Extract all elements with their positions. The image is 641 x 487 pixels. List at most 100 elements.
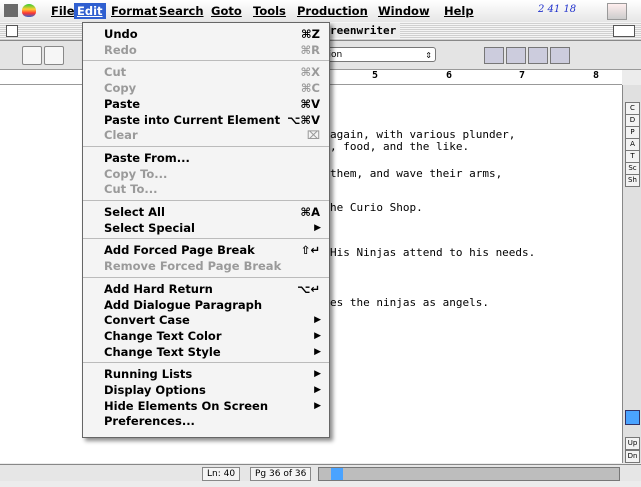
element-button-bar: C D P A T Sc Sh Up Dn — [622, 85, 641, 463]
horizontal-scroll-thumb[interactable] — [331, 468, 343, 480]
menu-item-hide-elements-on-screen[interactable]: Hide Elements On Screen ▶ — [83, 398, 329, 414]
menu-window[interactable]: Window — [375, 3, 433, 19]
script-line[interactable]: them, and wave their arms, — [330, 167, 502, 180]
print-icon[interactable] — [44, 46, 64, 65]
submenu-arrow-icon: ▶ — [314, 315, 321, 326]
menu-item-label: Preferences... — [104, 414, 195, 429]
menu-help[interactable]: Help — [441, 3, 477, 19]
menu-item-label: Clear — [104, 128, 138, 143]
status-bar: Ln: 40 Pg 36 of 36 — [0, 464, 641, 481]
menu-item-shortcut: ⌘Z — [300, 27, 320, 41]
menu-separator — [83, 362, 329, 364]
script-line[interactable]: His Ninjas attend to his needs. — [330, 246, 535, 259]
submenu-arrow-icon: ▶ — [314, 222, 321, 233]
ruler-number: 7 — [519, 70, 526, 81]
text-size-icon[interactable] — [550, 47, 570, 64]
table-icon[interactable] — [528, 47, 548, 64]
scroll-up-button[interactable]: Up — [625, 437, 640, 450]
menu-item-label: Paste From... — [104, 150, 190, 165]
menu-item-paste-into-current-element[interactable]: Paste into Current Element ⌥⌘V — [83, 112, 329, 128]
zoom-box[interactable] — [613, 25, 635, 37]
menu-item-shortcut: ⌥⌘V — [287, 112, 320, 127]
edit-menu: Undo ⌘Z Redo ⌘R Cut ⌘X Copy ⌘C Paste ⌘V Paste into… — [82, 22, 330, 438]
menu-separator — [83, 145, 329, 147]
clock: 2 41 18 — [538, 4, 577, 15]
menu-item-select-all[interactable]: Select All ⌘A — [83, 204, 329, 220]
menu-item-undo[interactable]: Undo ⌘Z — [83, 26, 329, 42]
application-switcher-icon[interactable] — [4, 4, 18, 17]
menu-item-display-options[interactable]: Display Options ▶ — [83, 382, 329, 398]
menu-item-copy-to: Copy To... — [83, 166, 329, 182]
menu-item-label: Undo — [104, 27, 138, 41]
menu-item-convert-case[interactable]: Convert Case ▶ — [83, 312, 329, 328]
submenu-arrow-icon: ▶ — [314, 369, 321, 380]
application-menu-icon[interactable] — [607, 3, 627, 20]
close-box[interactable] — [6, 25, 18, 37]
menu-item-shortcut: ⌘A — [300, 205, 320, 219]
navigator-icon[interactable] — [484, 47, 504, 64]
toolbar-icon-group — [484, 47, 572, 64]
menu-item-change-text-style[interactable]: Change Text Style ▶ — [83, 344, 329, 360]
line-number: Ln: 40 — [202, 467, 241, 481]
menu-item-label: Add Forced Page Break — [104, 243, 255, 258]
menu-item-redo: Redo ⌘R — [83, 42, 329, 58]
script-line[interactable]: es the ninjas as angels. — [330, 296, 489, 309]
script-line[interactable]: , food, and the like. — [330, 140, 469, 153]
menu-item-change-text-color[interactable]: Change Text Color ▶ — [83, 328, 329, 344]
menu-search[interactable]: Search — [156, 3, 207, 19]
menu-item-label: Add Dialogue Paragraph — [104, 297, 263, 312]
submenu-arrow-icon: ▶ — [314, 330, 321, 341]
submenu-arrow-icon: ▶ — [314, 385, 321, 395]
menu-bar: File Edit Format Search Goto Tools Produ… — [0, 0, 641, 23]
window-title: reenwriter — [326, 23, 401, 38]
menu-item-paste-from[interactable]: Paste From... — [83, 150, 329, 166]
menu-item-cut: Cut ⌘X — [83, 64, 329, 80]
menu-item-shortcut: ⇧↵ — [300, 243, 320, 258]
menu-production[interactable]: Production — [294, 3, 371, 19]
menu-item-add-dialogue-paragraph[interactable]: Add Dialogue Paragraph — [83, 297, 329, 313]
menu-item-label: Hide Elements On Screen — [104, 398, 269, 413]
menu-item-select-special[interactable]: Select Special ▶ — [83, 220, 329, 236]
menu-item-label: Display Options — [104, 383, 206, 397]
menu-separator — [83, 238, 329, 240]
menu-item-label: Select All — [104, 205, 165, 219]
menu-item-add-hard-return[interactable]: Add Hard Return ⌥↵ — [83, 281, 329, 297]
menu-edit[interactable]: Edit — [74, 3, 106, 19]
menu-tools[interactable]: Tools — [250, 3, 289, 19]
card-icon[interactable] — [506, 47, 526, 64]
menu-format[interactable]: Format — [108, 3, 160, 19]
menu-item-label: Redo — [104, 42, 137, 57]
menu-item-remove-forced-page-break: Remove Forced Page Break — [83, 258, 329, 274]
menu-item-running-lists[interactable]: Running Lists ▶ — [83, 366, 329, 382]
menu-item-label: Change Text Style — [104, 344, 221, 359]
menu-goto[interactable]: Goto — [208, 3, 245, 19]
menu-item-label: Paste into Current Element — [104, 112, 281, 127]
menu-item-label: Add Hard Return — [104, 281, 213, 296]
element-button[interactable]: Sh — [625, 174, 640, 187]
apple-menu-icon[interactable] — [22, 4, 36, 17]
page-number: Pg 36 of 36 — [250, 467, 312, 481]
menu-item-cut-to: Cut To... — [83, 181, 329, 197]
menu-item-add-forced-page-break[interactable]: Add Forced Page Break ⇧↵ — [83, 242, 329, 258]
menu-item-paste[interactable]: Paste ⌘V — [83, 96, 329, 112]
menu-item-shortcut: ⌘C — [300, 81, 320, 96]
menu-item-label: Change Text Color — [104, 328, 222, 343]
scroll-down-button[interactable]: Dn — [625, 450, 640, 463]
ruler-number: 8 — [593, 70, 600, 81]
script-line[interactable]: he Curio Shop. — [330, 201, 423, 214]
menu-separator — [83, 276, 329, 278]
menu-separator — [83, 200, 329, 201]
menu-item-clear: Clear ⌧ — [83, 127, 329, 143]
submenu-arrow-icon: ▶ — [314, 346, 321, 357]
element-dropdown[interactable]: tion ⇕ — [320, 47, 436, 62]
horizontal-scrollbar[interactable] — [318, 467, 620, 481]
scrollbar-thumb[interactable] — [625, 410, 640, 425]
menu-separator — [83, 60, 329, 62]
menu-item-label: Convert Case — [104, 313, 190, 328]
menu-item-shortcut: ⌘R — [300, 42, 320, 57]
save-icon[interactable] — [22, 46, 42, 65]
menu-item-preferences[interactable]: Preferences... — [83, 413, 329, 429]
ruler-number: 6 — [446, 70, 453, 81]
menu-item-label: Cut — [104, 65, 127, 80]
submenu-arrow-icon: ▶ — [314, 400, 321, 411]
